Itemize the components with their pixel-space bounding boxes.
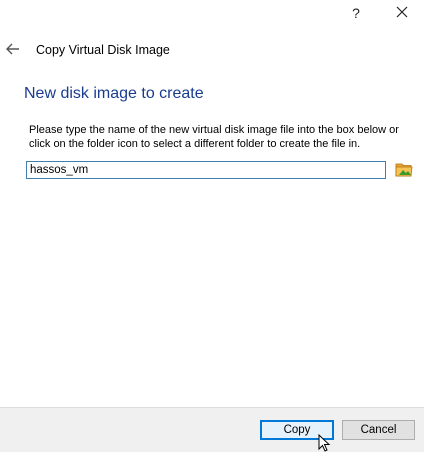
arrow-left-icon xyxy=(6,43,19,55)
close-button[interactable] xyxy=(390,2,414,24)
folder-icon xyxy=(395,163,413,177)
help-button[interactable]: ? xyxy=(346,2,366,24)
close-icon xyxy=(396,6,408,18)
back-button[interactable] xyxy=(5,42,23,58)
dialog-footer: Copy Cancel xyxy=(0,407,424,452)
dialog-title: Copy Virtual Disk Image xyxy=(36,43,170,57)
cancel-button[interactable]: Cancel xyxy=(342,420,415,440)
choose-folder-button[interactable] xyxy=(395,160,413,178)
copy-button[interactable]: Copy xyxy=(260,420,334,440)
page-title: New disk image to create xyxy=(24,85,204,102)
file-name-input[interactable] xyxy=(26,161,386,179)
copy-virtual-disk-dialog: ? Copy Virtual Disk Image New disk image… xyxy=(0,0,424,452)
instructions-text: Please type the name of the new virtual … xyxy=(29,124,399,150)
